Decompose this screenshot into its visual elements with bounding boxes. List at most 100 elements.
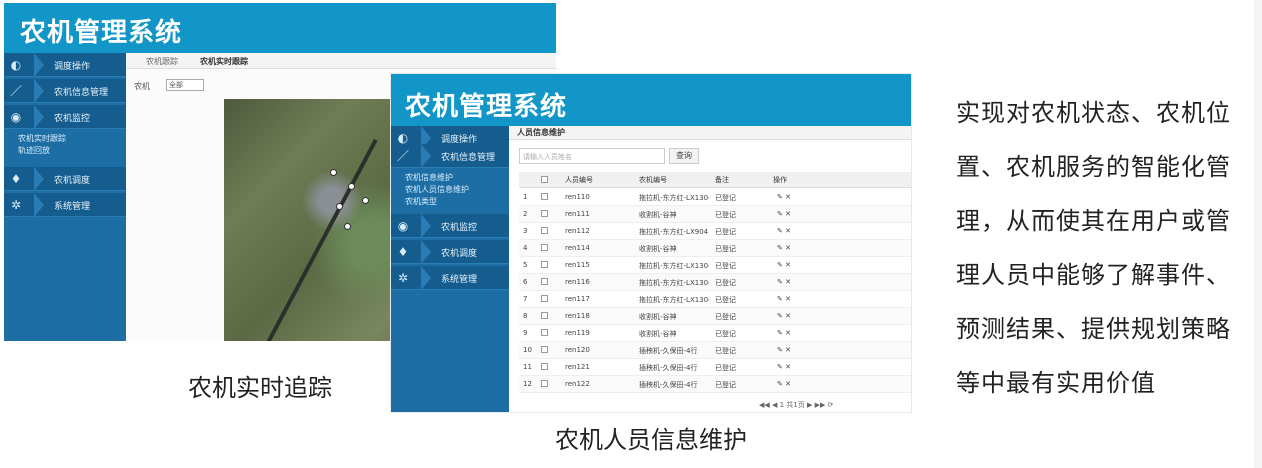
- row-number: 2: [523, 210, 528, 218]
- sidebar: ◐ 调度操作 ／ 农机信息管理 农机信息维护 农机人员信息维护 农机类型 ◉ 农…: [391, 126, 509, 412]
- app-title: 农机管理系统: [405, 92, 568, 122]
- table-row[interactable]: 12 ren122 插秧机-久保田-4行 已登记 ✎ ✕: [519, 376, 911, 393]
- tab-personnel-info[interactable]: 人员信息维护: [517, 127, 565, 138]
- machine-marker[interactable]: [348, 183, 355, 190]
- table-row[interactable]: 9 ren119 收割机-谷神 已登记 ✎ ✕: [519, 325, 911, 342]
- row-actions[interactable]: ✎ ✕: [777, 295, 791, 303]
- sidebar-subitem-machine-type[interactable]: 农机类型: [405, 196, 437, 207]
- search-input[interactable]: 请输入人员姓名: [519, 148, 665, 164]
- sidebar-item-machine-info[interactable]: ／ 农机信息管理: [391, 144, 509, 168]
- row-checkbox[interactable]: [541, 346, 548, 353]
- cell-machine-id: 插秧机-久保田-4行: [639, 381, 698, 389]
- tab-bar: 农机跟踪 农机实时跟踪: [126, 53, 556, 69]
- row-checkbox[interactable]: [541, 278, 548, 285]
- tab-bar: 人员信息维护: [509, 126, 911, 140]
- sidebar-item-monitor[interactable]: ◉ 农机监控: [4, 105, 126, 129]
- row-actions[interactable]: ✎ ✕: [777, 193, 791, 201]
- row-actions[interactable]: ✎ ✕: [777, 312, 791, 320]
- caption-personnel: 农机人员信息维护: [555, 426, 747, 454]
- row-actions[interactable]: ✎ ✕: [777, 244, 791, 252]
- cell-note: 已登记: [715, 330, 736, 338]
- row-actions[interactable]: ✎ ✕: [777, 380, 791, 388]
- row-number: 10: [523, 346, 532, 354]
- cell-machine-id: 拖拉机-东方红-LX1304: [639, 279, 709, 287]
- table-row[interactable]: 4 ren114 收割机-谷神 已登记 ✎ ✕: [519, 240, 911, 257]
- table-row[interactable]: 7 ren117 拖拉机-东方红-LX1304 已登记 ✎ ✕: [519, 291, 911, 308]
- row-number: 9: [523, 329, 528, 337]
- table-row[interactable]: 2 ren111 收割机-谷神 已登记 ✎ ✕: [519, 206, 911, 223]
- row-checkbox[interactable]: [541, 295, 548, 302]
- tab-realtime-tracking[interactable]: 农机实时跟踪: [200, 56, 248, 67]
- row-actions[interactable]: ✎ ✕: [777, 346, 791, 354]
- cell-person-id: ren120: [565, 346, 590, 354]
- cell-person-id: ren121: [565, 363, 590, 371]
- tab-tracking[interactable]: 农机跟踪: [146, 56, 178, 67]
- cell-note: 已登记: [715, 296, 736, 304]
- cell-person-id: ren122: [565, 380, 590, 388]
- machine-marker[interactable]: [330, 169, 337, 176]
- row-checkbox[interactable]: [541, 193, 548, 200]
- table-row[interactable]: 3 ren112 拖拉机-东方红-LX904 已登记 ✎ ✕: [519, 223, 911, 240]
- sidebar-item-machine-info[interactable]: ／ 农机信息管理: [4, 79, 126, 103]
- row-number: 12: [523, 380, 532, 388]
- row-checkbox[interactable]: [541, 244, 548, 251]
- row-actions[interactable]: ✎ ✕: [777, 261, 791, 269]
- personnel-screenshot: 农机管理系统 ◐ 调度操作 ／ 农机信息管理 农机信息维护 农机人员信息维护 农…: [391, 74, 911, 412]
- table-row[interactable]: 10 ren120 插秧机-久保田-4行 已登记 ✎ ✕: [519, 342, 911, 359]
- sidebar-item-dispatch[interactable]: ♦ 农机调度: [4, 167, 126, 191]
- column-header-machine-id[interactable]: 农机编号: [639, 175, 667, 185]
- cell-person-id: ren118: [565, 312, 590, 320]
- row-actions[interactable]: ✎ ✕: [777, 329, 791, 337]
- sidebar-item-system[interactable]: ✲ 系统管理: [4, 193, 126, 217]
- machine-marker[interactable]: [336, 203, 343, 210]
- table-row[interactable]: 5 ren115 拖拉机-东方红-LX1304 已登记 ✎ ✕: [519, 257, 911, 274]
- cell-note: 已登记: [715, 381, 736, 389]
- column-header-note[interactable]: 备注: [715, 175, 729, 185]
- search-button[interactable]: 查询: [669, 148, 699, 164]
- cell-machine-id: 拖拉机-东方红-LX1304: [639, 194, 709, 202]
- cell-note: 已登记: [715, 228, 736, 236]
- sidebar-item-system[interactable]: ✲ 系统管理: [391, 266, 509, 290]
- cell-person-id: ren114: [565, 244, 590, 252]
- cell-note: 已登记: [715, 262, 736, 270]
- row-number: 4: [523, 244, 528, 252]
- row-number: 6: [523, 278, 528, 286]
- cell-person-id: ren115: [565, 261, 590, 269]
- sidebar-subitem-machine-info[interactable]: 农机信息维护: [405, 172, 453, 183]
- pin-icon: ♦: [397, 245, 409, 259]
- row-checkbox[interactable]: [541, 210, 548, 217]
- cell-machine-id: 拖拉机-东方红-LX904: [639, 228, 709, 236]
- app-title: 农机管理系统: [20, 18, 183, 48]
- row-checkbox[interactable]: [541, 227, 548, 234]
- sidebar-item-dispatch-ops[interactable]: ◐ 调度操作: [4, 53, 126, 77]
- eye-icon: ◉: [10, 110, 22, 124]
- row-actions[interactable]: ✎ ✕: [777, 278, 791, 286]
- select-all-checkbox[interactable]: [541, 176, 548, 183]
- table-row[interactable]: 1 ren110 拖拉机-东方红-LX1304 已登记 ✎ ✕: [519, 189, 911, 206]
- gear-icon: ✲: [397, 271, 409, 285]
- cell-machine-id: 插秧机-久保田-4行: [639, 364, 698, 372]
- sidebar-subitem-track-playback[interactable]: 轨迹回放: [18, 145, 50, 156]
- column-header-person-id[interactable]: 人员编号: [565, 175, 593, 185]
- cell-machine-id: 拖拉机-东方红-LX1304: [639, 262, 709, 270]
- row-checkbox[interactable]: [541, 363, 548, 370]
- machine-filter-select[interactable]: 全部: [166, 79, 204, 91]
- sidebar-subitem-realtime-tracking[interactable]: 农机实时跟踪: [18, 133, 66, 144]
- pagination[interactable]: ◀◀ ◀ 1 共1页 ▶ ▶▶ ⟳: [759, 400, 833, 410]
- sidebar-item-monitor[interactable]: ◉ 农机监控: [391, 214, 509, 238]
- cell-note: 已登记: [715, 347, 736, 355]
- machine-marker[interactable]: [362, 197, 369, 204]
- row-actions[interactable]: ✎ ✕: [777, 210, 791, 218]
- table-row[interactable]: 8 ren118 收割机-谷神 已登记 ✎ ✕: [519, 308, 911, 325]
- row-checkbox[interactable]: [541, 380, 548, 387]
- table-row[interactable]: 6 ren116 拖拉机-东方红-LX1304 已登记 ✎ ✕: [519, 274, 911, 291]
- machine-marker[interactable]: [344, 223, 351, 230]
- row-actions[interactable]: ✎ ✕: [777, 227, 791, 235]
- table-row[interactable]: 11 ren121 插秧机-久保田-4行 已登记 ✎ ✕: [519, 359, 911, 376]
- sidebar-subitem-personnel-info[interactable]: 农机人员信息维护: [405, 184, 469, 195]
- row-checkbox[interactable]: [541, 261, 548, 268]
- row-checkbox[interactable]: [541, 329, 548, 336]
- row-checkbox[interactable]: [541, 312, 548, 319]
- sidebar-item-dispatch[interactable]: ♦ 农机调度: [391, 240, 509, 264]
- row-actions[interactable]: ✎ ✕: [777, 363, 791, 371]
